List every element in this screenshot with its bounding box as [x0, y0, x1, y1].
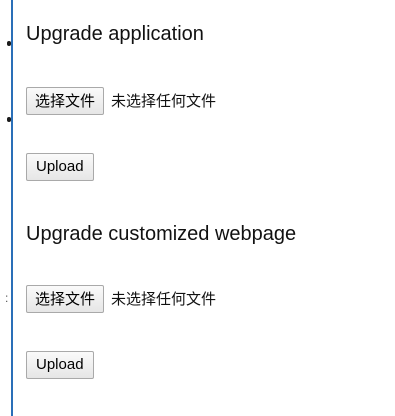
upload-button[interactable]: Upload — [26, 153, 94, 181]
file-status-label: 未选择任何文件 — [111, 92, 217, 110]
upload-button[interactable]: Upload — [26, 351, 94, 379]
edge-marker-dot — [7, 117, 11, 122]
section-title: Upgrade customized webpage — [26, 223, 297, 245]
file-input[interactable]: 选择文件 未选择任何文件 — [26, 87, 216, 115]
file-input[interactable]: 选择文件 未选择任何文件 — [26, 285, 216, 313]
edge-marker-glyph: : — [5, 291, 9, 305]
file-status-label: 未选择任何文件 — [111, 290, 217, 308]
left-border-line — [11, 0, 13, 416]
choose-file-button[interactable]: 选择文件 — [26, 87, 105, 115]
upgrade-webpage-section: Upgrade customized webpage 选择文件 未选择任何文件 … — [26, 222, 386, 392]
section-title: Upgrade application — [26, 23, 204, 45]
edge-marker-dot — [7, 41, 11, 46]
upgrade-application-section: Upgrade application 选择文件 未选择任何文件 Upload — [26, 22, 386, 192]
choose-file-button[interactable]: 选择文件 — [26, 285, 105, 313]
